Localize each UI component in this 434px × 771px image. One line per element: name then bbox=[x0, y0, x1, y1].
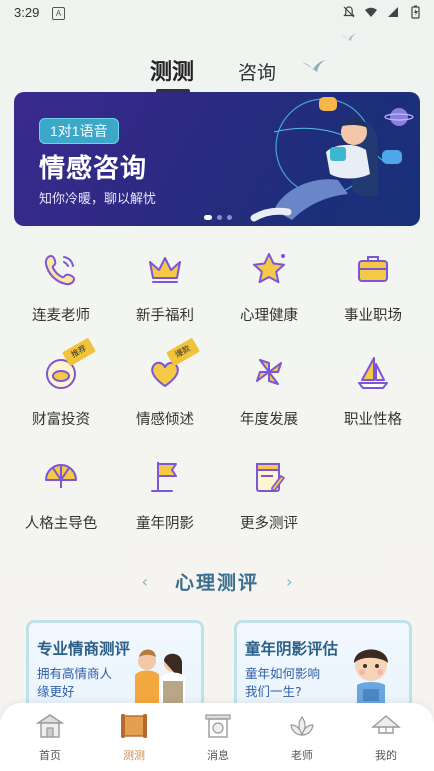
grid-item-zhiye[interactable]: 职业性格 bbox=[319, 352, 427, 429]
home-icon bbox=[35, 714, 65, 738]
phone-icon bbox=[44, 255, 75, 286]
grid-item-renge[interactable]: 人格主导色 bbox=[7, 456, 115, 533]
banner-title: 情感咨询 bbox=[39, 154, 148, 184]
tab-ceshi[interactable]: 测测 bbox=[150, 54, 194, 93]
card-title: 童年阴影评估 bbox=[245, 639, 339, 658]
briefcase-icon bbox=[358, 256, 388, 282]
card-subtitle: 童年如何影响我们一生? bbox=[245, 666, 321, 699]
grid-item-label: 财富投资 bbox=[32, 412, 90, 428]
tab-home[interactable]: 首页 bbox=[7, 711, 93, 763]
grid-item-label: 童年阴影 bbox=[136, 516, 194, 532]
hat-icon bbox=[371, 715, 401, 734]
battery-icon bbox=[411, 5, 420, 19]
tab-mine[interactable]: 我的 bbox=[343, 711, 429, 763]
tab-messages[interactable]: 消息 bbox=[175, 711, 261, 763]
grid-item-xinshou[interactable]: 新手福利 bbox=[111, 248, 219, 325]
app-notification-icon: A bbox=[52, 7, 65, 20]
chevron-right-icon: › bbox=[286, 572, 293, 591]
gate-icon bbox=[205, 714, 231, 738]
wifi-icon bbox=[365, 7, 377, 17]
tab-teachers[interactable]: 老师 bbox=[259, 711, 345, 763]
pagination-dot[interactable] bbox=[204, 215, 212, 220]
grid-item-label: 职业性格 bbox=[344, 412, 402, 428]
swallow-decoration-icon bbox=[341, 33, 357, 42]
grid-item-lianmai[interactable]: 连麦老师 bbox=[7, 248, 115, 325]
grid-item-label: 年度发展 bbox=[240, 412, 298, 428]
status-bar: 3:29 A bbox=[0, 0, 434, 26]
status-time: 3:29 bbox=[14, 5, 40, 20]
grid-item-more[interactable]: 更多测评 bbox=[215, 456, 323, 533]
card-title: 专业情商测评 bbox=[37, 639, 131, 658]
grid-item-label: 新手福利 bbox=[136, 308, 194, 324]
banner-pagination bbox=[204, 215, 232, 220]
tab-label: 老师 bbox=[291, 749, 313, 762]
tab-label: 测测 bbox=[123, 749, 145, 762]
clipboard-icon bbox=[256, 463, 286, 492]
pinwheel-icon bbox=[256, 359, 282, 385]
section-header: ‹ 心理测评 › bbox=[0, 568, 434, 595]
grid-item-xinli[interactable]: 心理健康 bbox=[215, 248, 323, 325]
grid-item-tongnian[interactable]: 童年阴影 bbox=[111, 456, 219, 533]
signal-icon bbox=[388, 7, 398, 17]
banner-illustration bbox=[250, 97, 414, 222]
mute-bell-icon bbox=[343, 6, 355, 18]
scroll-icon bbox=[121, 714, 147, 738]
flag-icon bbox=[151, 462, 177, 492]
card-subtitle: 拥有高情商人缘更好 bbox=[37, 666, 113, 699]
banner-tag: 1对1语音 bbox=[39, 118, 119, 144]
fan-icon bbox=[45, 464, 77, 488]
grid-item-label: 心理健康 bbox=[240, 308, 298, 324]
status-icons bbox=[342, 5, 422, 19]
banner-subtitle: 知你冷暖，聊以解忧 bbox=[39, 192, 157, 207]
grid-item-label: 更多测评 bbox=[240, 516, 298, 532]
chevron-left-icon: ‹ bbox=[141, 572, 148, 591]
tab-ceshi-bottom[interactable]: 测测 bbox=[91, 711, 177, 763]
grid-item-label: 连麦老师 bbox=[32, 308, 90, 324]
tab-label: 首页 bbox=[39, 749, 61, 762]
grid-item-niandu[interactable]: 年度发展 bbox=[215, 352, 323, 429]
tab-zixun[interactable]: 咨询 bbox=[238, 58, 276, 85]
consult-banner[interactable]: 1对1语音 情感咨询 知你冷暖，聊以解忧 bbox=[14, 92, 420, 226]
star-icon bbox=[253, 253, 285, 284]
grid-item-label: 情感倾述 bbox=[136, 412, 194, 428]
grid-item-qinggan[interactable]: 爆款 情感倾述 bbox=[111, 337, 219, 429]
top-tabs: 测测 咨询 bbox=[0, 52, 434, 93]
grid-item-shiye[interactable]: 事业职场 bbox=[319, 248, 427, 325]
section-title: 心理测评 bbox=[174, 572, 259, 594]
crown-icon bbox=[149, 257, 181, 283]
sailboat-icon bbox=[358, 357, 388, 389]
grid-item-caifu[interactable]: 推荐 财富投资 bbox=[7, 337, 115, 429]
grid-item-label: 事业职场 bbox=[344, 308, 402, 324]
tab-label: 我的 bbox=[375, 749, 397, 762]
pagination-dot[interactable] bbox=[217, 215, 222, 220]
pagination-dot[interactable] bbox=[227, 215, 232, 220]
tab-label: 消息 bbox=[207, 749, 229, 762]
bottom-tab-bar: 首页 测测 消息 老师 我的 bbox=[0, 703, 434, 771]
lotus-icon bbox=[290, 716, 314, 737]
grid-item-label: 人格主导色 bbox=[24, 516, 98, 532]
